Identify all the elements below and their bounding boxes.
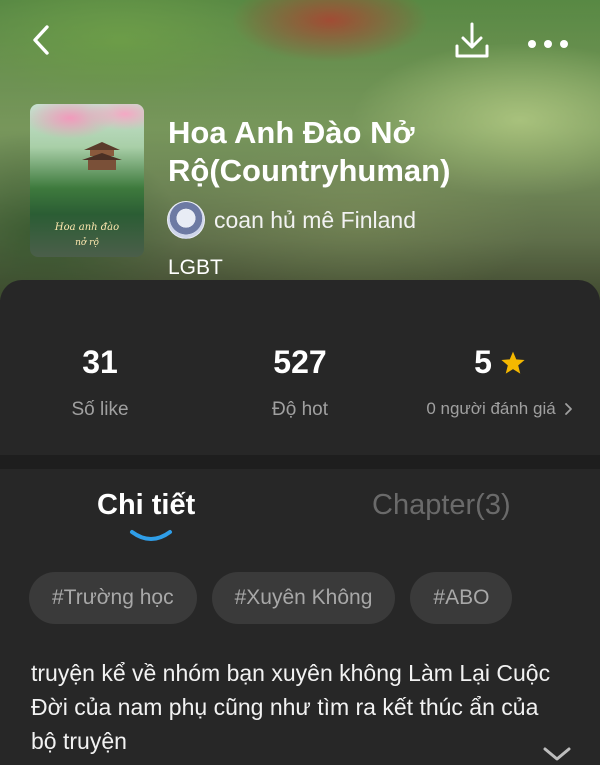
back-button[interactable] <box>22 20 62 60</box>
author-avatar[interactable] <box>167 201 205 239</box>
more-options-button[interactable] <box>524 24 572 64</box>
expand-description-button[interactable] <box>540 740 574 765</box>
stat-likes: 31 Số like <box>0 344 200 421</box>
more-icon <box>528 40 568 48</box>
cover-pagoda <box>82 142 122 170</box>
tag-chip[interactable]: #ABO <box>410 572 513 624</box>
hot-value: 527 <box>273 344 327 380</box>
star-icon <box>501 351 525 374</box>
section-divider <box>0 455 600 469</box>
download-button[interactable] <box>452 20 492 64</box>
genre-label[interactable]: LGBT <box>168 256 223 280</box>
likes-label: Số like <box>71 399 129 420</box>
chevron-down-icon <box>543 747 571 761</box>
likes-value: 31 <box>82 344 118 380</box>
tag-chip[interactable]: #Trường học <box>29 572 197 624</box>
top-bar <box>0 0 600 90</box>
story-title: Hoa Anh Đào Nở Rộ(Countryhuman) <box>168 115 451 188</box>
author-name[interactable]: coan hủ mê Finland <box>214 207 416 234</box>
cover-text-line1: Hoa anh đào <box>54 222 120 233</box>
stat-rating[interactable]: 5 0 người đánh giá <box>400 344 600 419</box>
tab-bar: Chi tiết Chapter(3) <box>0 469 600 559</box>
story-cover: Hoa anh đào nở rộ <box>30 104 144 257</box>
rating-value: 5 <box>474 344 492 380</box>
hot-label: Độ hot <box>272 399 328 420</box>
rating-count-label: 0 người đánh giá <box>426 399 556 418</box>
stat-hot: 527 Độ hot <box>200 344 400 421</box>
tab-chapter[interactable]: Chapter(3) <box>372 489 511 522</box>
stats-section: 31 Số like 527 Độ hot 5 0 người đánh giá <box>0 300 600 455</box>
chevron-right-icon <box>564 403 572 415</box>
tag-chip[interactable]: #Xuyên Không <box>211 572 396 624</box>
tag-list: #Trường học #Xuyên Không #ABO <box>29 572 513 624</box>
back-arrow-icon <box>33 25 49 55</box>
author-row[interactable]: coan hủ mê Finland <box>167 200 416 240</box>
download-icon <box>455 22 489 58</box>
story-description: truyện kể về nhóm bạn xuyên không Làm Lạ… <box>31 660 551 754</box>
cover-text-line2: nở rộ <box>75 238 99 248</box>
active-tab-indicator <box>130 530 172 541</box>
tab-detail[interactable]: Chi tiết <box>97 489 195 522</box>
